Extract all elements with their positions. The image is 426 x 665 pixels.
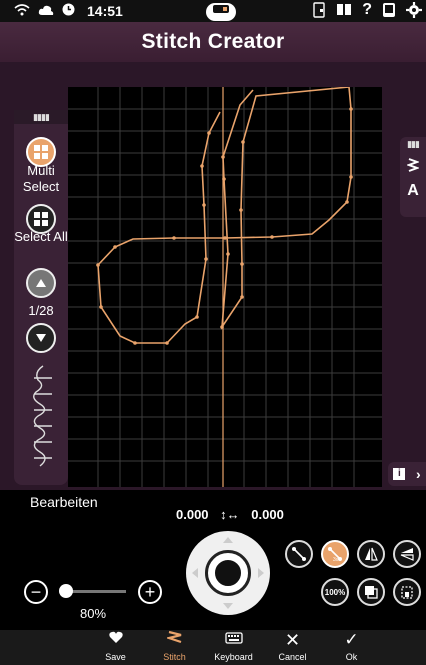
zoom-slider-thumb[interactable] bbox=[59, 584, 73, 598]
edit-label: Bearbeiten bbox=[30, 494, 98, 510]
coordinate-readout: 0.000 ↕↔ 0.000 bbox=[172, 507, 288, 522]
zoom-value: 80% bbox=[80, 606, 107, 621]
bottom-bar: Save Stitch Keyboard ✕ Cancel ✓ Ok bbox=[0, 630, 426, 665]
heart-icon bbox=[86, 630, 145, 652]
delete-button[interactable] bbox=[393, 578, 421, 606]
coord-x: 0.000 bbox=[176, 507, 209, 522]
line-tool-icon bbox=[292, 547, 306, 561]
zoom-fit-button[interactable]: 100% bbox=[321, 578, 349, 606]
keyboard-button[interactable]: Keyboard bbox=[204, 630, 263, 665]
ok-label: Ok bbox=[345, 652, 358, 662]
arrow-down-icon bbox=[36, 334, 46, 342]
multi-select-icon bbox=[34, 145, 48, 159]
book-icon[interactable] bbox=[336, 2, 352, 21]
info-icon: i bbox=[393, 468, 406, 480]
wifi-icon bbox=[14, 3, 30, 19]
chevron-right-icon: › bbox=[415, 466, 421, 482]
mirror-side-icon bbox=[365, 547, 378, 561]
clock-icon bbox=[62, 3, 75, 19]
svg-text:3x: 3x bbox=[333, 557, 339, 562]
cancel-button[interactable]: ✕ Cancel bbox=[263, 630, 322, 665]
info-tab[interactable]: i › bbox=[388, 462, 426, 486]
right-tool-panel: ▮▮▮ A bbox=[400, 137, 426, 217]
select-all-icon bbox=[34, 212, 48, 226]
cancel-label: Cancel bbox=[278, 652, 307, 662]
stitch-type-icon[interactable] bbox=[400, 157, 426, 178]
stitch-canvas[interactable] bbox=[68, 87, 382, 487]
keyboard-icon bbox=[204, 630, 263, 652]
save-button[interactable]: Save bbox=[86, 630, 145, 665]
point-edit-button[interactable]: 3x bbox=[321, 540, 349, 568]
stitch-tab[interactable]: Stitch bbox=[145, 630, 204, 665]
stitch-grid bbox=[68, 87, 382, 487]
stitch-preview-icon bbox=[33, 365, 52, 467]
title-bar: Stitch Creator bbox=[0, 22, 426, 62]
mirror-end-icon bbox=[400, 548, 414, 561]
page-title: Stitch Creator bbox=[141, 30, 285, 53]
coord-y: 0.000 bbox=[251, 507, 284, 522]
duplicate-button[interactable] bbox=[357, 578, 385, 606]
next-stitch-button[interactable] bbox=[26, 323, 56, 353]
stitch-label: Stitch bbox=[163, 652, 186, 662]
ok-button[interactable]: ✓ Ok bbox=[322, 630, 381, 665]
mirror-end-button[interactable] bbox=[393, 540, 421, 568]
stitch-preview[interactable] bbox=[26, 364, 60, 469]
move-arrows-icon: ↕↔ bbox=[220, 507, 240, 522]
point-edit-icon: 3x bbox=[328, 547, 342, 562]
page-indicator: 1/28 bbox=[28, 303, 54, 318]
stitch-icon bbox=[145, 630, 204, 652]
document-icon[interactable] bbox=[312, 2, 326, 21]
stitch-path[interactable] bbox=[97, 87, 352, 344]
close-icon: ✕ bbox=[284, 630, 301, 650]
help-icon[interactable]: ? bbox=[362, 2, 372, 21]
previous-stitch-button[interactable] bbox=[26, 268, 56, 298]
delete-icon bbox=[401, 586, 413, 599]
line-tool-button[interactable] bbox=[285, 540, 313, 568]
keyboard-label: Keyboard bbox=[214, 652, 253, 662]
left-panel-grip[interactable]: ▮▮▮▮ bbox=[14, 110, 68, 124]
zoom-in-button[interactable]: + bbox=[138, 580, 162, 604]
text-tool-button[interactable]: A bbox=[400, 182, 426, 200]
status-time: 14:51 bbox=[87, 3, 123, 19]
status-right-icons: ? bbox=[312, 2, 422, 21]
gear-icon[interactable] bbox=[406, 2, 422, 21]
machine-icon[interactable] bbox=[206, 3, 236, 21]
tablet-icon[interactable] bbox=[382, 2, 396, 21]
zoom-fit-label: 100% bbox=[324, 587, 346, 597]
duplicate-icon bbox=[365, 586, 378, 599]
zoom-out-button[interactable]: − bbox=[24, 580, 48, 604]
right-panel-grip[interactable]: ▮▮▮ bbox=[400, 137, 426, 151]
select-all-label: Select All bbox=[14, 229, 68, 244]
check-icon: ✓ bbox=[344, 630, 359, 649]
cloud-icon bbox=[38, 4, 54, 19]
wheel-center-button[interactable] bbox=[211, 556, 245, 590]
arrow-up-icon bbox=[36, 279, 46, 287]
mirror-side-button[interactable] bbox=[357, 540, 385, 568]
save-label: Save bbox=[105, 652, 126, 662]
multi-select-label: Multi Select bbox=[22, 163, 60, 194]
